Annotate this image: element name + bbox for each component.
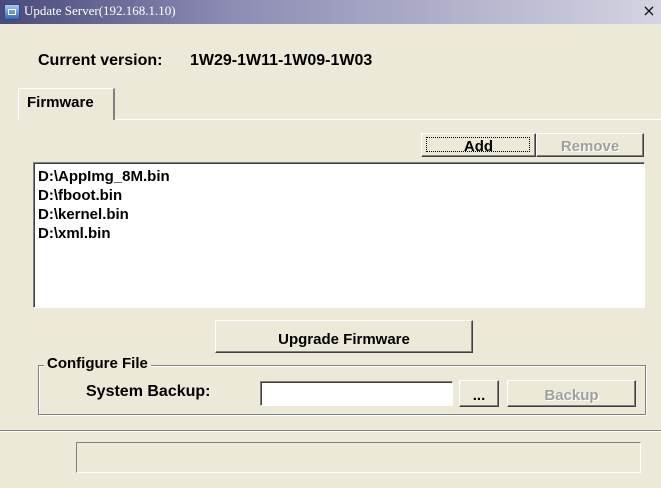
add-button[interactable]: Add — [421, 133, 536, 157]
list-item[interactable]: D:\fboot.bin — [38, 186, 644, 205]
list-item[interactable]: D:\xml.bin — [38, 224, 644, 243]
close-icon[interactable]: × — [640, 2, 658, 20]
tab-firmware[interactable]: Firmware — [18, 88, 115, 120]
window-title: Update Server(192.168.1.10) — [24, 3, 176, 18]
list-item[interactable]: D:\AppImg_8M.bin — [38, 167, 644, 186]
status-field — [76, 442, 641, 473]
current-version-value: 1W29-1W11-1W09-1W03 — [190, 52, 373, 69]
app-window-icon — [4, 4, 20, 20]
system-backup-path-input[interactable] — [260, 381, 453, 406]
divider — [0, 430, 661, 432]
system-backup-label: System Backup: — [86, 383, 211, 400]
list-item[interactable]: D:\kernel.bin — [38, 205, 644, 224]
title-bar: Update Server(192.168.1.10) × — [0, 0, 661, 24]
browse-button[interactable]: ... — [459, 380, 499, 407]
upgrade-firmware-button[interactable]: Upgrade Firmware — [215, 320, 473, 353]
add-button-label: Add — [463, 137, 494, 155]
firmware-file-list[interactable]: D:\AppImg_8M.bin D:\fboot.bin D:\kernel.… — [33, 162, 645, 308]
configure-file-legend: Configure File — [44, 355, 151, 372]
remove-button[interactable]: Remove — [536, 133, 644, 157]
current-version-label: Current version: — [38, 52, 163, 69]
backup-button[interactable]: Backup — [507, 380, 636, 407]
